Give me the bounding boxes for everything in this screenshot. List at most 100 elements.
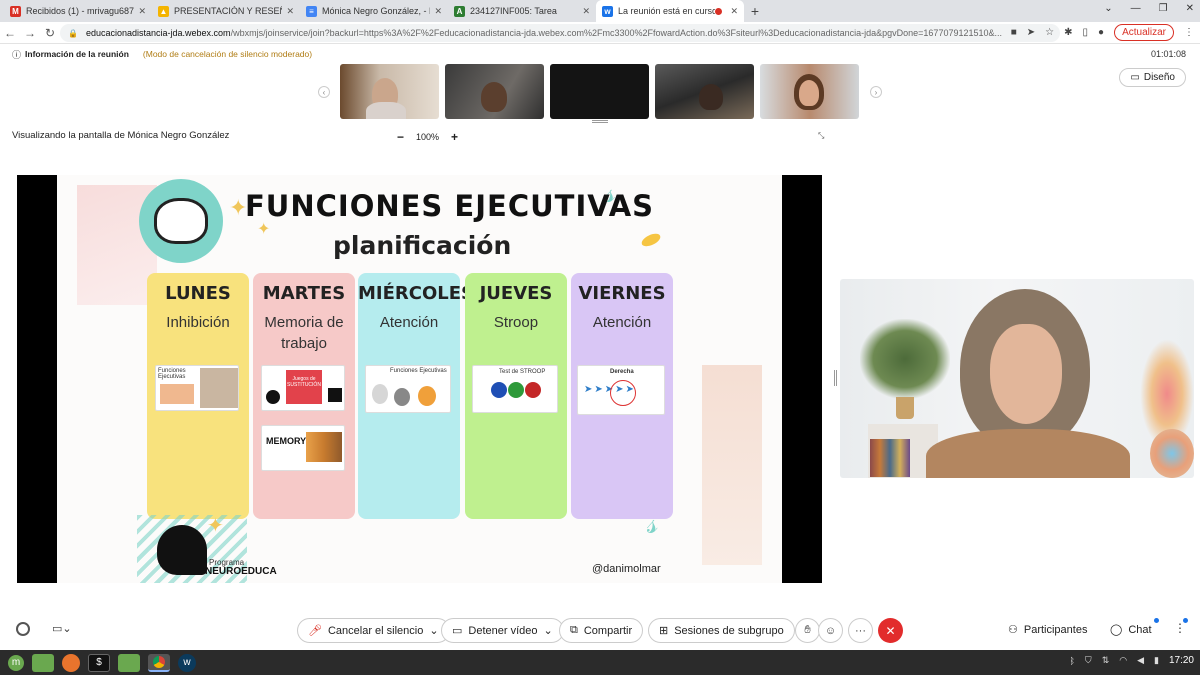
browser-tab[interactable]: ≡ Mónica Negro González, - Do ✕ — [300, 0, 448, 22]
decoration — [702, 365, 762, 565]
tab-close-icon[interactable]: ✕ — [582, 6, 590, 17]
back-icon[interactable]: ← — [0, 26, 20, 40]
status-icon[interactable] — [16, 622, 30, 636]
stop-video-button[interactable]: ▭ Detener vídeo ⌄ — [441, 618, 564, 643]
zoom-out-button[interactable]: − — [397, 130, 404, 144]
send-icon[interactable]: ➤ — [1027, 27, 1035, 38]
chevron-down-icon[interactable]: ⌄ — [1104, 3, 1112, 14]
chat-label: Chat — [1128, 623, 1152, 636]
slide-title: FUNCIONES EJECUTIVAS — [245, 189, 655, 223]
grid-icon: ⊞ — [659, 625, 669, 637]
forward-icon[interactable]: → — [20, 26, 40, 40]
close-icon[interactable]: ✕ — [1186, 3, 1194, 14]
meeting-info-link[interactable]: Información de la reunión — [25, 49, 129, 59]
maximize-icon[interactable]: ❐ — [1159, 3, 1168, 14]
zoom-in-button[interactable]: + — [451, 130, 458, 144]
extensions-icon[interactable]: ✱ — [1064, 27, 1072, 38]
url-path: /wbxmjs/joinservice/join?backurl=https%3… — [230, 28, 1002, 38]
participant-video[interactable] — [760, 64, 859, 119]
tab-close-icon[interactable]: ✕ — [138, 6, 146, 17]
url-field[interactable]: 🔒 educacionadistancia-jda.webex.com /wbx… — [60, 24, 1060, 42]
tab-close-icon[interactable]: ✕ — [286, 6, 294, 17]
bluetooth-icon[interactable]: ᛒ — [1070, 656, 1075, 666]
participant-video[interactable] — [550, 64, 649, 119]
browser-tab[interactable]: ▲ PRESENTACIÓN Y RESEÑAS - G ✕ — [152, 0, 300, 22]
info-icon[interactable]: ⓘ — [12, 48, 21, 61]
more-icon[interactable]: ⋮ — [1174, 621, 1186, 635]
leave-meeting-button[interactable]: ✕ — [878, 618, 903, 643]
terminal-icon[interactable]: $ — [88, 653, 110, 672]
shared-slide: ✦ ✦ 𝓈 FUNCIONES EJECUTIVAS planificación… — [57, 175, 782, 583]
activity-card: MEMORY — [261, 425, 345, 471]
tab-favicon-icon: A — [454, 5, 465, 17]
participant-video[interactable] — [445, 64, 544, 119]
browser-tab[interactable]: A 234127INF005: Tarea ✕ — [448, 0, 596, 22]
browser-tab[interactable]: w La reunión está en curso... ✕ — [596, 0, 744, 22]
raise-hand-icon[interactable]: ✋︎ — [795, 618, 820, 643]
browser-tab[interactable]: M Recibidos (1) - mrivagu687@g✕ — [4, 0, 152, 22]
card-label: Derecha — [610, 369, 634, 375]
tab-title: Recibidos (1) - mrivagu687@g — [26, 6, 135, 16]
captions-icon[interactable]: ▭⌄ — [52, 622, 72, 635]
brain-logo — [139, 179, 223, 263]
active-speaker-video[interactable] — [840, 279, 1194, 478]
activity-card: Funciones Ejecutivas — [365, 365, 451, 413]
tab-title: 234127INF005: Tarea — [470, 6, 557, 16]
shield-icon[interactable]: ⛉ — [1085, 655, 1092, 666]
participant-video[interactable] — [655, 64, 754, 119]
participant-thumbnails — [340, 64, 859, 119]
zoom-controls: − 100% + — [397, 130, 458, 144]
files-icon[interactable] — [32, 653, 54, 672]
breakout-button[interactable]: ⊞ Sesiones de subgrupo — [648, 618, 795, 643]
tab-favicon-icon: ≡ — [306, 5, 317, 17]
slide-subtitle: planificación — [333, 231, 512, 260]
profile-icon[interactable]: ● — [1098, 27, 1104, 38]
tab-close-icon[interactable]: ✕ — [434, 6, 442, 17]
tab-title: Mónica Negro González, - Do — [322, 6, 431, 16]
wifi-icon[interactable]: ◠ — [1119, 655, 1127, 666]
layout-button[interactable]: ▭ Diseño — [1119, 68, 1186, 87]
volume-icon[interactable]: ◀ — [1137, 655, 1144, 666]
thumbs-prev-icon[interactable]: ‹ — [318, 86, 330, 98]
expand-icon[interactable]: ⤡ — [818, 131, 824, 141]
network-icon[interactable]: ⇅ — [1102, 655, 1110, 666]
resize-handle[interactable] — [834, 370, 837, 386]
mint-menu-icon[interactable]: m — [8, 654, 24, 671]
chrome-icon[interactable] — [148, 653, 170, 672]
update-button[interactable]: Actualizar — [1114, 24, 1174, 41]
tab-title: La reunión está en curso... — [618, 6, 716, 16]
sidebar-icon[interactable]: ▯ — [1083, 27, 1089, 38]
zoom-level: 100% — [416, 132, 440, 142]
banana-icon — [639, 231, 663, 249]
tab-favicon-icon: M — [10, 5, 21, 17]
minimize-icon[interactable]: — — [1131, 3, 1141, 14]
new-tab-button[interactable]: + — [744, 0, 766, 22]
star-icon[interactable]: ☆ — [1045, 27, 1054, 38]
tab-close-icon[interactable]: ✕ — [730, 6, 738, 17]
webex-icon[interactable]: w — [178, 653, 196, 672]
participant-video[interactable] — [340, 64, 439, 119]
battery-icon[interactable]: ▮ — [1154, 655, 1159, 666]
browser-tab-strip: MRecibidos (1) - mrivagu687@g✕▲PRESENTAC… — [0, 0, 1200, 22]
reactions-icon[interactable]: ☺ — [818, 618, 843, 643]
chat-button[interactable]: ◯ Chat — [1110, 623, 1152, 637]
more-options-button[interactable]: ··· — [848, 618, 873, 643]
head-logo — [157, 525, 207, 575]
tab-favicon-icon: ▲ — [158, 5, 169, 17]
participants-button[interactable]: ⚇ Participantes — [1008, 623, 1087, 637]
folder-icon[interactable] — [118, 653, 140, 672]
card-label: Test de STROOP — [499, 369, 546, 375]
viewing-label: Visualizando la pantalla de Mónica Negro… — [12, 130, 230, 141]
day-name: VIERNES — [578, 283, 666, 304]
activity-card: Derecha ➤➤➤➤➤ — [577, 365, 665, 415]
thumbs-next-icon[interactable]: › — [870, 86, 882, 98]
camera-icon[interactable]: ■ — [1011, 27, 1017, 38]
firefox-icon[interactable] — [62, 653, 80, 672]
menu-icon[interactable]: ⋮ — [1184, 27, 1194, 38]
reload-icon[interactable]: ↻ — [40, 26, 60, 40]
recording-indicator — [715, 7, 723, 15]
share-button[interactable]: ⧉ Compartir — [559, 618, 644, 643]
resize-handle[interactable] — [592, 120, 608, 123]
mute-mode-label: (Modo de cancelación de silencio moderad… — [142, 49, 313, 59]
mute-button[interactable]: 🎤︎ Cancelar el silencio ⌄ — [297, 618, 450, 643]
